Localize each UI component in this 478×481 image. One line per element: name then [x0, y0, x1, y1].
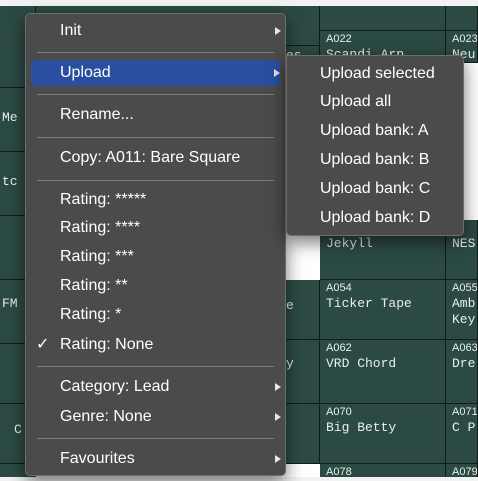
- menu-item-label: Upload all: [320, 93, 392, 110]
- patch-cell[interactable]: [446, 6, 478, 31]
- menu-item-label: Init: [60, 22, 82, 39]
- patch-code: A055: [452, 282, 478, 294]
- submenu-arrow-icon: [275, 383, 281, 391]
- menu-item-rating-2[interactable]: Rating: **: [26, 273, 285, 299]
- menu-item-rating-3[interactable]: Rating: ***: [26, 244, 285, 270]
- submenu-item-upload-bank-d[interactable]: Upload bank: D: [287, 205, 463, 231]
- menu-item-init[interactable]: Init: [26, 18, 285, 44]
- menu-separator: [37, 180, 274, 181]
- submenu-item-upload-bank-b[interactable]: Upload bank: B: [287, 147, 463, 173]
- patch-name: VRD Chord: [326, 356, 397, 371]
- menu-item-label: Upload: [60, 64, 111, 81]
- menu-item-rating-none[interactable]: ✓ Rating: None: [26, 332, 285, 358]
- menu-item-upload[interactable]: Upload: [31, 60, 280, 86]
- patch-cell[interactable]: A071 C P: [446, 404, 478, 464]
- menu-item-genre[interactable]: Genre: None: [26, 404, 285, 430]
- menu-item-label: Favourites: [60, 450, 135, 467]
- upload-submenu: Upload selected Upload all Upload bank: …: [286, 55, 464, 236]
- menu-item-category[interactable]: Category: Lead: [26, 374, 285, 400]
- patch-name: C: [14, 422, 22, 437]
- menu-item-label: Copy: A011: Bare Square: [60, 149, 241, 166]
- patch-name: Amb Key: [452, 296, 476, 327]
- menu-separator: [37, 52, 274, 53]
- menu-item-label: Rating: *****: [60, 191, 147, 208]
- patch-name: Jekyll: [326, 236, 373, 251]
- menu-separator: [37, 94, 274, 95]
- menu-item-label: Category: Lead: [60, 378, 170, 395]
- submenu-item-upload-bank-a[interactable]: Upload bank: A: [287, 118, 463, 144]
- submenu-arrow-icon: [275, 27, 281, 35]
- patch-cell[interactable]: A070 Big Betty: [320, 404, 446, 464]
- patch-name: e: [286, 298, 294, 313]
- menu-item-label: Upload bank: D: [320, 209, 431, 226]
- patch-code: A022: [326, 33, 352, 45]
- menu-item-label: Genre: None: [60, 408, 152, 425]
- patch-name: C P: [452, 420, 476, 435]
- patch-name: Me: [2, 110, 18, 125]
- patch-name: y: [286, 356, 294, 371]
- patch-code: A071: [452, 406, 478, 418]
- submenu-item-upload-selected[interactable]: Upload selected: [287, 61, 463, 87]
- menu-item-rename[interactable]: Rename...: [26, 102, 285, 128]
- patch-cell[interactable]: A055 Amb Key: [446, 280, 478, 340]
- bottom-strip: [0, 477, 478, 481]
- menu-item-rating-4[interactable]: Rating: ****: [26, 215, 285, 241]
- patch-name: NES: [452, 236, 476, 251]
- menu-item-label: Rating: None: [60, 336, 154, 353]
- menu-item-rating-1[interactable]: Rating: *: [26, 302, 285, 328]
- patch-name: tc: [2, 174, 18, 189]
- patch-cell[interactable]: A062 VRD Chord: [320, 340, 446, 404]
- patch-name: FM: [2, 296, 18, 311]
- patch-code: A063: [452, 342, 478, 354]
- menu-separator: [37, 137, 274, 138]
- menu-item-copy[interactable]: Copy: A011: Bare Square: [26, 145, 285, 171]
- submenu-arrow-icon: [275, 455, 281, 463]
- menu-item-label: Rating: *: [60, 306, 122, 323]
- patch-name: Ticker Tape: [326, 296, 412, 311]
- patch-cell[interactable]: A063 Dre: [446, 340, 478, 404]
- patch-name: Big Betty: [326, 420, 397, 435]
- menu-separator: [37, 366, 274, 367]
- menu-item-label: Upload selected: [320, 65, 435, 82]
- submenu-item-upload-all[interactable]: Upload all: [287, 89, 463, 115]
- menu-separator: [37, 438, 274, 439]
- checkmark-icon: ✓: [36, 336, 50, 353]
- patch-cell[interactable]: [320, 6, 446, 31]
- patch-code: A054: [326, 282, 352, 294]
- menu-item-label: Upload bank: C: [320, 180, 431, 197]
- submenu-arrow-icon: [275, 413, 281, 421]
- menu-item-rating-5[interactable]: Rating: *****: [26, 187, 285, 213]
- submenu-arrow-icon: [274, 69, 280, 77]
- patch-code: A070: [326, 406, 352, 418]
- menu-item-label: Rating: ****: [60, 219, 141, 236]
- menu-item-label: Rename...: [60, 106, 134, 123]
- patch-name: Dre: [452, 356, 476, 371]
- submenu-item-upload-bank-c[interactable]: Upload bank: C: [287, 176, 463, 202]
- menu-item-favourites[interactable]: Favourites: [26, 446, 285, 472]
- patch-cell[interactable]: A054 Ticker Tape: [320, 280, 446, 340]
- patch-code: A062: [326, 342, 352, 354]
- menu-item-label: Upload bank: B: [320, 151, 430, 168]
- menu-item-label: Rating: **: [60, 277, 128, 294]
- menu-item-label: Upload bank: A: [320, 122, 429, 139]
- menu-item-label: Rating: ***: [60, 248, 134, 265]
- patch-code: A023: [452, 33, 478, 45]
- context-menu: Init Upload Rename... Copy: A011: Bare S…: [25, 13, 286, 476]
